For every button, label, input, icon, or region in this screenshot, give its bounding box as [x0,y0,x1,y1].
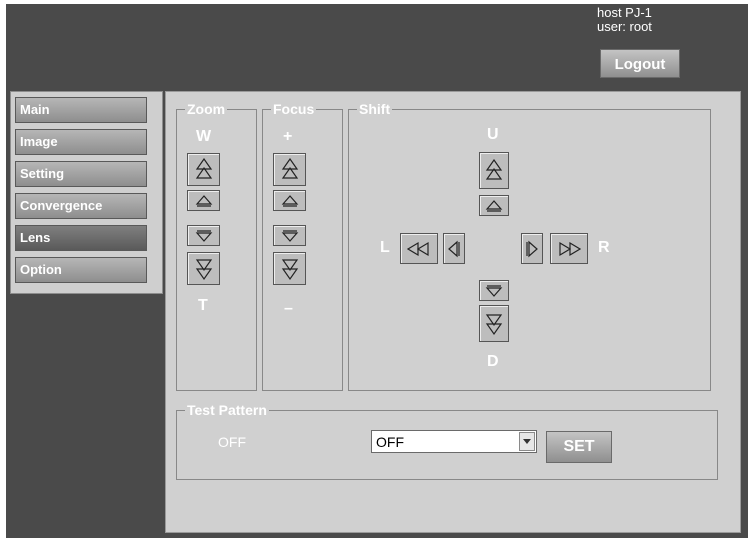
shift-up-label: U [487,126,499,143]
shift-up-step-button[interactable] [479,195,509,216]
up-arrow-icon [485,199,503,212]
focus-minus-label: – [284,300,293,317]
shift-left-step-button[interactable] [443,233,465,264]
shift-down-fast-button[interactable] [479,305,509,342]
down-arrow-icon [485,284,503,297]
zoom-tele-step-button[interactable] [187,225,220,246]
shift-down-step-button[interactable] [479,280,509,301]
test-pattern-selected-value: OFF [376,434,404,450]
sidebar-item-main[interactable]: Main [15,97,147,123]
right-arrow-icon [526,240,538,257]
zoom-wide-fast-button[interactable] [187,153,220,186]
sidebar-item-setting[interactable]: Setting [15,161,147,187]
focus-near-step-button[interactable] [273,225,306,246]
zoom-tele-fast-button[interactable] [187,252,220,285]
double-up-arrow-icon [281,157,298,179]
zoom-wide-step-button[interactable] [187,190,220,211]
double-up-arrow-icon [485,158,503,180]
shift-left-fast-button[interactable] [400,233,438,264]
host-name: host PJ-1 [597,5,652,20]
shift-up-fast-button[interactable] [479,152,509,189]
down-arrow-icon [281,229,298,242]
zoom-title: Zoom [187,101,226,117]
shift-title: Shift [359,101,391,117]
test-pattern-status: OFF [218,434,246,450]
shift-right-label: R [598,239,610,256]
focus-far-fast-button[interactable] [273,153,306,186]
double-down-arrow-icon [281,258,298,280]
dropdown-arrow-icon[interactable] [519,432,535,451]
up-arrow-icon [281,194,298,207]
sidebar-item-image[interactable]: Image [15,129,147,155]
double-down-arrow-icon [195,258,212,280]
test-pattern-select[interactable]: OFF [371,430,537,453]
zoom-group: Zoom [176,102,257,391]
up-arrow-icon [195,194,212,207]
double-up-arrow-icon [195,157,212,179]
test-pattern-title: Test Pattern [187,402,267,418]
double-down-arrow-icon [485,313,503,335]
shift-down-label: D [487,353,499,370]
down-arrow-icon [195,229,212,242]
logout-button[interactable]: Logout [600,49,680,78]
shift-left-label: L [380,239,390,256]
sidebar-item-lens[interactable]: Lens [15,225,147,251]
set-button[interactable]: SET [546,431,612,463]
left-arrow-icon [448,240,460,257]
focus-group: Focus [262,102,343,391]
shift-right-step-button[interactable] [521,233,543,264]
focus-far-step-button[interactable] [273,190,306,211]
sidebar-item-option[interactable]: Option [15,257,147,283]
shift-right-fast-button[interactable] [550,233,588,264]
user-name: user: root [597,19,652,34]
focus-title: Focus [273,101,315,117]
sidebar-item-convergence[interactable]: Convergence [15,193,147,219]
double-right-arrow-icon [559,241,581,256]
focus-near-fast-button[interactable] [273,252,306,285]
double-left-arrow-icon [407,241,429,256]
focus-plus-label: + [283,128,293,145]
zoom-tele-label: T [198,297,208,314]
session-info: host PJ-1 user: root [597,6,652,34]
zoom-wide-label: W [196,128,212,145]
